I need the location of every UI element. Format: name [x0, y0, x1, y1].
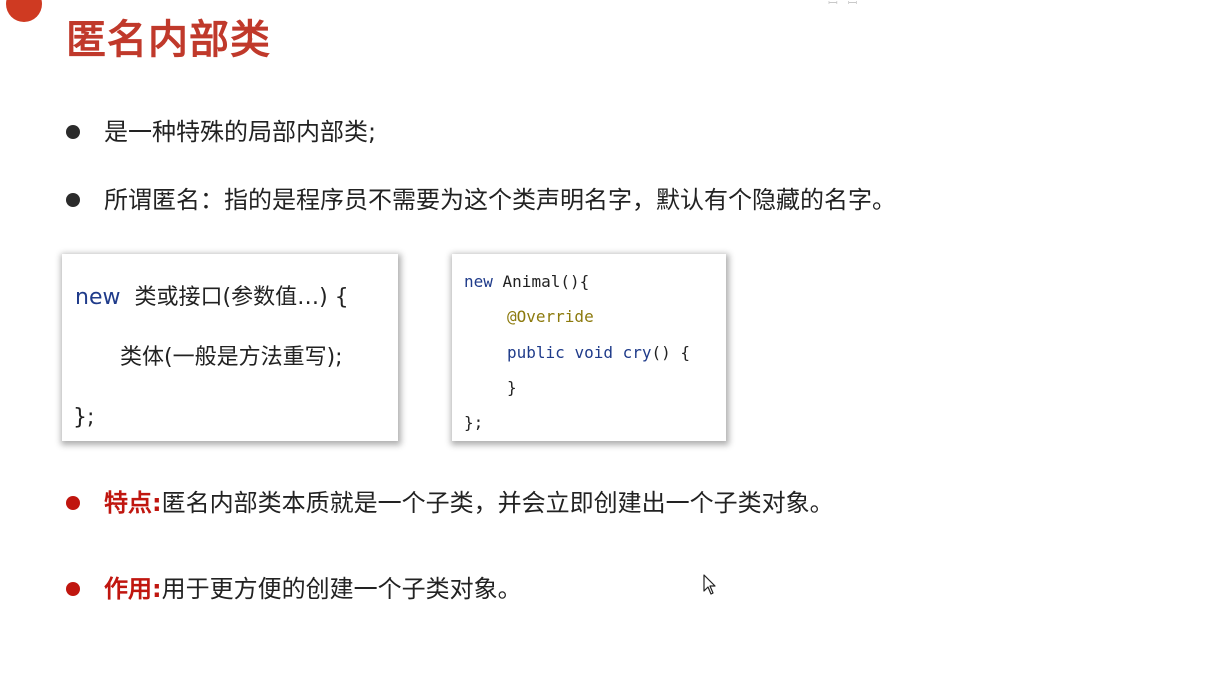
- syntax-line-3: };: [73, 405, 95, 430]
- bullet-dot: [66, 582, 80, 596]
- code-line-2: @Override: [507, 306, 594, 328]
- code-public-keyword: public: [507, 343, 565, 362]
- code-line-5: };: [464, 413, 484, 432]
- syntax-box: new 类或接口(参数值…) { 类体(一般是方法重写); };: [62, 254, 398, 441]
- bullet-anonymous-meaning: 所谓匿名：指的是程序员不需要为这个类声明名字，默认有个隐藏的名字。: [66, 183, 896, 217]
- usage-label: 作用:: [104, 575, 162, 603]
- bullet-text: 是一种特殊的局部内部类;: [104, 118, 377, 146]
- features-label: 特点:: [104, 489, 162, 517]
- code-method-name: cry: [622, 343, 652, 362]
- usage-text: 用于更方便的创建一个子类对象。: [161, 575, 522, 603]
- syntax-line-1-rest: 类或接口(参数值…) {: [134, 285, 349, 310]
- bullet-dot: [66, 125, 80, 139]
- code-line-3-rest: () {: [651, 343, 691, 362]
- syntax-line-1: new 类或接口(参数值…) {: [75, 283, 349, 313]
- bullet-dot: [66, 193, 80, 207]
- bullet-dot: [66, 496, 80, 510]
- code-new-keyword: new: [464, 272, 493, 291]
- code-line-4: }: [507, 378, 517, 397]
- mouse-pointer-icon: [703, 574, 716, 595]
- syntax-new-keyword: new: [75, 285, 121, 310]
- bullet-features: 特点: 匿名内部类本质就是一个子类，并会立即创建出一个子类对象。: [66, 486, 834, 520]
- features-text: 匿名内部类本质就是一个子类，并会立即创建出一个子类对象。: [161, 489, 834, 517]
- code-line-1: new Animal(){: [464, 271, 589, 293]
- bullet-text: 所谓匿名：指的是程序员不需要为这个类声明名字，默认有个隐藏的名字。: [104, 186, 896, 214]
- faint-watermark: ꟷ ꟷ: [828, 0, 861, 10]
- syntax-line-2: 类体(一般是方法重写);: [120, 345, 343, 370]
- code-line-3: public void cry() {: [507, 342, 690, 364]
- code-override-annotation: @Override: [507, 307, 594, 326]
- example-code-box: new Animal(){ @Override public void cry(…: [452, 254, 726, 441]
- code-void-keyword: void: [574, 343, 613, 362]
- bullet-usage: 作用: 用于更方便的创建一个子类对象。: [66, 572, 522, 606]
- bullet-definition: 是一种特殊的局部内部类;: [66, 115, 376, 149]
- code-line-1-rest: Animal(){: [492, 272, 590, 291]
- corner-decoration: [6, 0, 42, 22]
- slide-title: 匿名内部类: [66, 17, 271, 63]
